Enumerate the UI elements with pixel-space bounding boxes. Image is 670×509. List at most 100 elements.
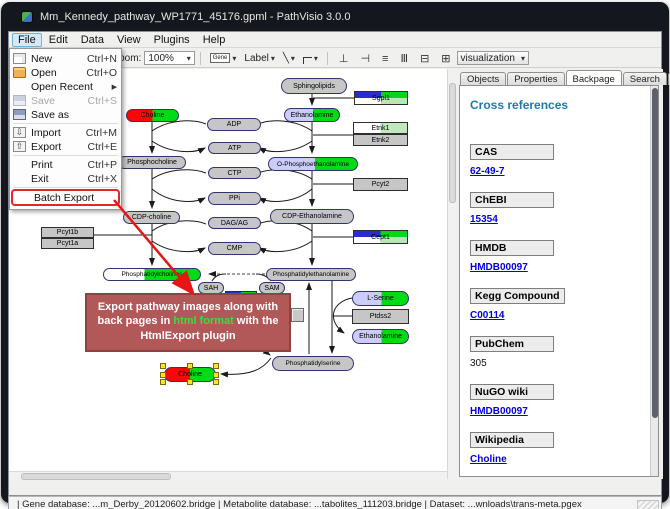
selection-handle[interactable] bbox=[187, 363, 193, 369]
file-menu-item-new[interactable]: NewCtrl+N bbox=[10, 52, 121, 65]
xref-link[interactable]: 15354 bbox=[470, 214, 658, 225]
tab-properties[interactable]: Properties bbox=[507, 72, 564, 85]
backpage-scrollbar[interactable] bbox=[650, 86, 658, 476]
file-menu-item-open[interactable]: OpenCtrl+O bbox=[10, 66, 121, 79]
pathway-node-cdp-choline[interactable]: CDP-choline bbox=[123, 211, 180, 224]
selection-handle[interactable] bbox=[160, 372, 166, 378]
menu-item-shortcut: Ctrl+E bbox=[88, 141, 117, 153]
alignment-icon-group: ⊥⊣≡Ⅲ⊟⊞ bbox=[333, 52, 457, 65]
label-tool-button[interactable]: Label▾ bbox=[241, 52, 277, 65]
menu-edit[interactable]: Edit bbox=[43, 33, 74, 47]
import-icon bbox=[13, 127, 26, 138]
pathway-node-pcyt2[interactable]: Pcyt2 bbox=[353, 178, 408, 191]
section-title: ChEBI bbox=[470, 192, 554, 208]
pathway-node-ctp[interactable]: CTP bbox=[208, 167, 261, 179]
section-title: Wikipedia bbox=[470, 432, 554, 448]
cross-references-heading: Cross references bbox=[470, 98, 652, 112]
file-menu-item-import[interactable]: ImportCtrl+M bbox=[10, 126, 121, 139]
pathway-node-adp[interactable]: ADP bbox=[207, 118, 261, 131]
zoom-value: 100% bbox=[148, 53, 174, 64]
file-menu-item-save: SaveCtrl+S bbox=[10, 94, 121, 107]
file-menu-item-open-recent[interactable]: Open Recent▶ bbox=[10, 80, 121, 93]
pathway-node-l-serine[interactable]: L-Serine bbox=[352, 291, 409, 306]
pathway-node-ppi[interactable]: PPi bbox=[208, 192, 261, 205]
pathway-node-sgpl1[interactable]: Sgpl1 bbox=[354, 91, 408, 105]
tab-backpage[interactable]: Backpage bbox=[566, 70, 622, 85]
status-bar: | Gene database: ...m_Derby_20120602.bri… bbox=[8, 496, 662, 509]
zoom-combobox[interactable]: 100%▾ bbox=[144, 51, 194, 65]
pathway-node-cmp[interactable]: CMP bbox=[208, 242, 261, 255]
pathway-node-ptdss2[interactable]: Ptdss2 bbox=[352, 309, 409, 324]
scrollbar-thumb[interactable] bbox=[652, 88, 658, 418]
menu-item-shortcut: Ctrl+X bbox=[88, 173, 117, 185]
open-icon bbox=[13, 67, 26, 78]
file-menu-item-exit[interactable]: ExitCtrl+X bbox=[10, 172, 121, 185]
submenu-arrow-icon: ▶ bbox=[112, 83, 117, 91]
line-tool-button[interactable]: ╲▾ bbox=[280, 52, 298, 65]
datanode-tool-button[interactable]: Gene▾ bbox=[207, 52, 240, 64]
tab-search[interactable]: Search bbox=[623, 72, 667, 85]
pathway-node-phosphatidylcholines[interactable]: Phosphatidylcholines bbox=[103, 268, 201, 281]
pathway-node-ethanolamine-top[interactable]: Ethanolamine bbox=[284, 108, 340, 122]
file-menu-item-save-as[interactable]: Save as bbox=[10, 108, 121, 121]
file-menu-item-print[interactable]: PrintCtrl+P bbox=[10, 158, 121, 171]
common-height-icon[interactable]: ⊞ bbox=[435, 53, 456, 65]
menu-plugins[interactable]: Plugins bbox=[148, 33, 196, 47]
pathway-node-cept1[interactable]: Cept1 bbox=[353, 230, 408, 244]
xref-link[interactable]: C00114 bbox=[470, 310, 658, 321]
pathway-node-dag-ag[interactable]: DAG/AG bbox=[208, 217, 261, 229]
file-menu-item-batch-export[interactable]: Batch Export bbox=[13, 191, 118, 204]
pathway-node-o-phosphoethanolamine[interactable]: O-Phosphoethanolamine bbox=[268, 157, 358, 171]
xref-link[interactable]: HMDB00097 bbox=[470, 262, 658, 273]
selection-handle[interactable] bbox=[213, 372, 219, 378]
menu-view[interactable]: View bbox=[111, 33, 147, 47]
label-tool-text: Label bbox=[244, 53, 268, 64]
align-center-y-icon[interactable]: ⊣ bbox=[354, 53, 376, 65]
backpage-section-hmdb: HMDBHMDB00097 bbox=[470, 238, 658, 273]
selection-handle[interactable] bbox=[187, 379, 193, 385]
tab-objects[interactable]: Objects bbox=[460, 72, 506, 85]
pathway-node-ethanolamine-bottom[interactable]: Ethanolamine bbox=[352, 329, 409, 344]
visualization-combobox[interactable]: visualization▾ bbox=[457, 51, 530, 65]
pathway-node-phosphatidylserine[interactable]: Phosphatidylserine bbox=[272, 356, 354, 371]
menu-item-shortcut: Ctrl+S bbox=[88, 95, 117, 107]
pathway-node-pcyt1b[interactable]: Pcyt1b bbox=[41, 227, 94, 238]
menu-file[interactable]: File bbox=[12, 33, 42, 47]
selection-handle[interactable] bbox=[213, 379, 219, 385]
stack-vertical-icon[interactable]: ≡ bbox=[376, 53, 394, 65]
pathway-node-atp[interactable]: ATP bbox=[208, 142, 261, 154]
xref-link[interactable]: HMDB00097 bbox=[470, 406, 658, 417]
canvas-horizontal-scrollbar[interactable] bbox=[9, 471, 447, 480]
pathvisio-window: Mm_Kennedy_pathway_WP1771_45176.gpml - P… bbox=[1, 2, 669, 503]
pathway-node-choline-top[interactable]: Choline bbox=[126, 109, 179, 122]
pathway-node-sphingolipids[interactable]: Sphingolipids bbox=[281, 78, 347, 94]
backpage-section-pubchem: PubChem305 bbox=[470, 334, 658, 369]
selection-handle[interactable] bbox=[213, 363, 219, 369]
xref-link[interactable]: 62-49-7 bbox=[470, 166, 658, 177]
selection-handle[interactable] bbox=[160, 379, 166, 385]
file-menu-item-export[interactable]: ExportCtrl+E bbox=[10, 140, 121, 153]
save-icon bbox=[13, 95, 26, 106]
pathway-node-cdp-ethanolamine[interactable]: CDP-Ethanolamine bbox=[270, 209, 354, 224]
pathway-node-pcyt1a[interactable]: Pcyt1a bbox=[41, 238, 94, 249]
resize-grip-icon[interactable] bbox=[637, 500, 659, 509]
pathway-node-phosphocholine[interactable]: Phosphocholine bbox=[118, 156, 186, 169]
pathway-node-etnk2[interactable]: Etnk2 bbox=[353, 134, 408, 146]
align-center-x-icon[interactable]: ⊥ bbox=[333, 53, 355, 65]
scrollbar-thumb[interactable] bbox=[449, 83, 456, 203]
title-bar[interactable]: Mm_Kennedy_pathway_WP1771_45176.gpml - P… bbox=[1, 2, 669, 31]
scrollbar-thumb[interactable] bbox=[21, 473, 171, 480]
backpage-section-nugo-wiki: NuGO wikiHMDB00097 bbox=[470, 382, 658, 417]
menu-help[interactable]: Help bbox=[197, 33, 232, 47]
app-icon bbox=[21, 11, 33, 23]
common-width-icon[interactable]: ⊟ bbox=[414, 53, 435, 65]
selection-handle[interactable] bbox=[160, 363, 166, 369]
pathway-node-etnk1[interactable]: Etnk1 bbox=[353, 122, 408, 134]
backpage-section-wikipedia: Wikipedia Choline bbox=[470, 430, 658, 465]
menu-data[interactable]: Data bbox=[75, 33, 110, 47]
pathway-node-phosphatidylethanolamine[interactable]: Phosphatidylethanolamine bbox=[266, 268, 356, 281]
canvas-vertical-scrollbar[interactable] bbox=[447, 69, 456, 479]
connector-tool-button[interactable]: ▾ bbox=[300, 52, 321, 65]
xref-link[interactable]: Choline bbox=[470, 454, 658, 465]
stack-horizontal-icon[interactable]: Ⅲ bbox=[394, 53, 414, 65]
